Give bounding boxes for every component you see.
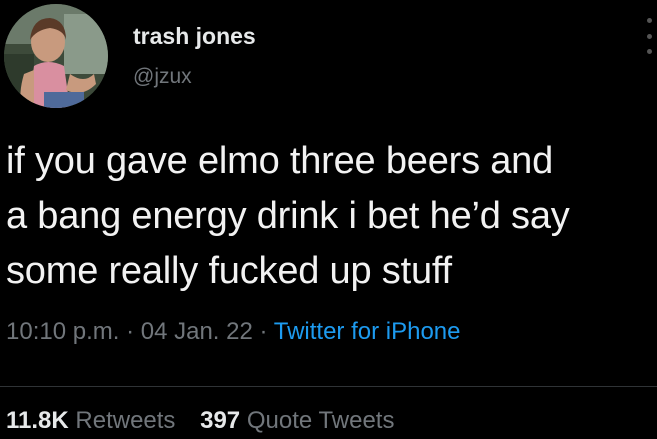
tweet-text: if you gave elmo three beers and a bang … <box>6 134 657 299</box>
retweets-stat[interactable]: 11.8K Retweets <box>6 407 182 434</box>
quote-tweets-label: Quote Tweets <box>246 407 395 434</box>
tweet-date[interactable]: 04 Jan. 22 <box>141 318 253 345</box>
tweet-card: trash jones @jzux if you gave elmo three… <box>0 0 657 439</box>
dot <box>646 18 652 23</box>
tweet-text-line: some really fucked up stuff <box>6 250 452 292</box>
tweet-time[interactable]: 10:10 p.m. <box>6 318 119 345</box>
more-options-icon[interactable] <box>645 18 653 54</box>
tweet-text-line: a bang energy drink i bet he’d say <box>6 195 570 237</box>
author-display-name[interactable]: trash jones <box>133 22 256 50</box>
retweets-label: Retweets <box>75 407 176 434</box>
meta-separator: · <box>126 318 135 345</box>
tweet-meta: 10:10 p.m. · 04 Jan. 22 · Twitter for iP… <box>6 316 461 348</box>
avatar-photo <box>4 4 108 108</box>
meta-separator: · <box>259 318 268 345</box>
quote-tweets-count: 397 <box>200 407 241 434</box>
author-handle[interactable]: @jzux <box>133 64 256 90</box>
tweet-source-link[interactable]: Twitter for iPhone <box>274 318 461 345</box>
quote-tweets-stat[interactable]: 397 Quote Tweets <box>200 407 394 434</box>
divider <box>0 386 657 387</box>
tweet-text-line: if you gave elmo three beers and <box>6 140 554 182</box>
retweets-count: 11.8K <box>6 407 69 434</box>
tweet-stats: 11.8K Retweets 397 Quote Tweets <box>6 405 412 437</box>
dot <box>646 33 652 39</box>
dot <box>646 49 652 54</box>
author-block: trash jones @jzux <box>133 22 256 90</box>
avatar[interactable] <box>4 4 108 108</box>
